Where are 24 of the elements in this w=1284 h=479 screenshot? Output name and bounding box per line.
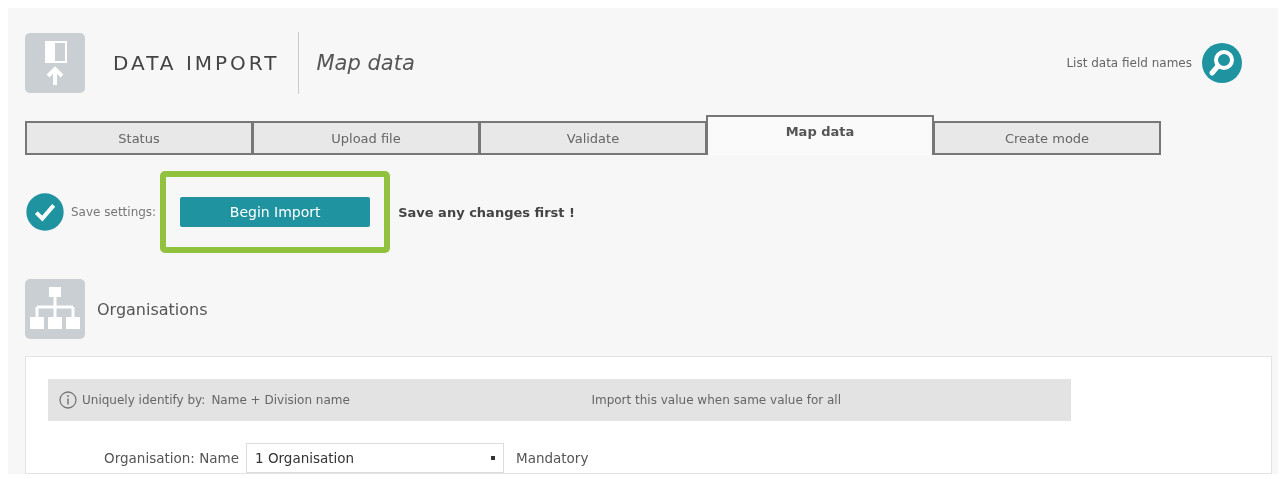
tab[interactable]: Map data: [706, 115, 934, 155]
begin-import-button[interactable]: Begin Import: [180, 197, 371, 227]
import-icon: [25, 33, 85, 93]
save-settings-label: Save settings:: [71, 205, 157, 219]
checkmark-icon: [25, 192, 65, 232]
search-button[interactable]: [1202, 43, 1242, 83]
page-title: DATA IMPORT: [113, 51, 280, 75]
tab[interactable]: Create mode: [933, 121, 1161, 155]
list-field-names-link[interactable]: List data field names: [1066, 56, 1192, 70]
info-icon: [58, 390, 78, 410]
tab[interactable]: Status: [25, 121, 253, 155]
page-subtitle: Map data: [316, 51, 415, 75]
tab[interactable]: Validate: [479, 121, 707, 155]
field-note: Mandatory: [516, 450, 589, 466]
identify-label: Uniquely identify by:: [82, 393, 206, 407]
identify-value: Name + Division name: [211, 393, 350, 407]
dropdown[interactable]: 1 Organisation: [246, 443, 504, 473]
field-label: Organisation: Name: [103, 450, 240, 466]
save-changes-note: Save any changes first !: [398, 204, 575, 220]
column-heading: Import this value when same value for all: [591, 393, 841, 407]
hierarchy-icon: [25, 279, 85, 339]
section-title: Organisations: [97, 299, 208, 319]
caret-icon: [491, 456, 495, 460]
tab[interactable]: Upload file: [252, 121, 480, 155]
